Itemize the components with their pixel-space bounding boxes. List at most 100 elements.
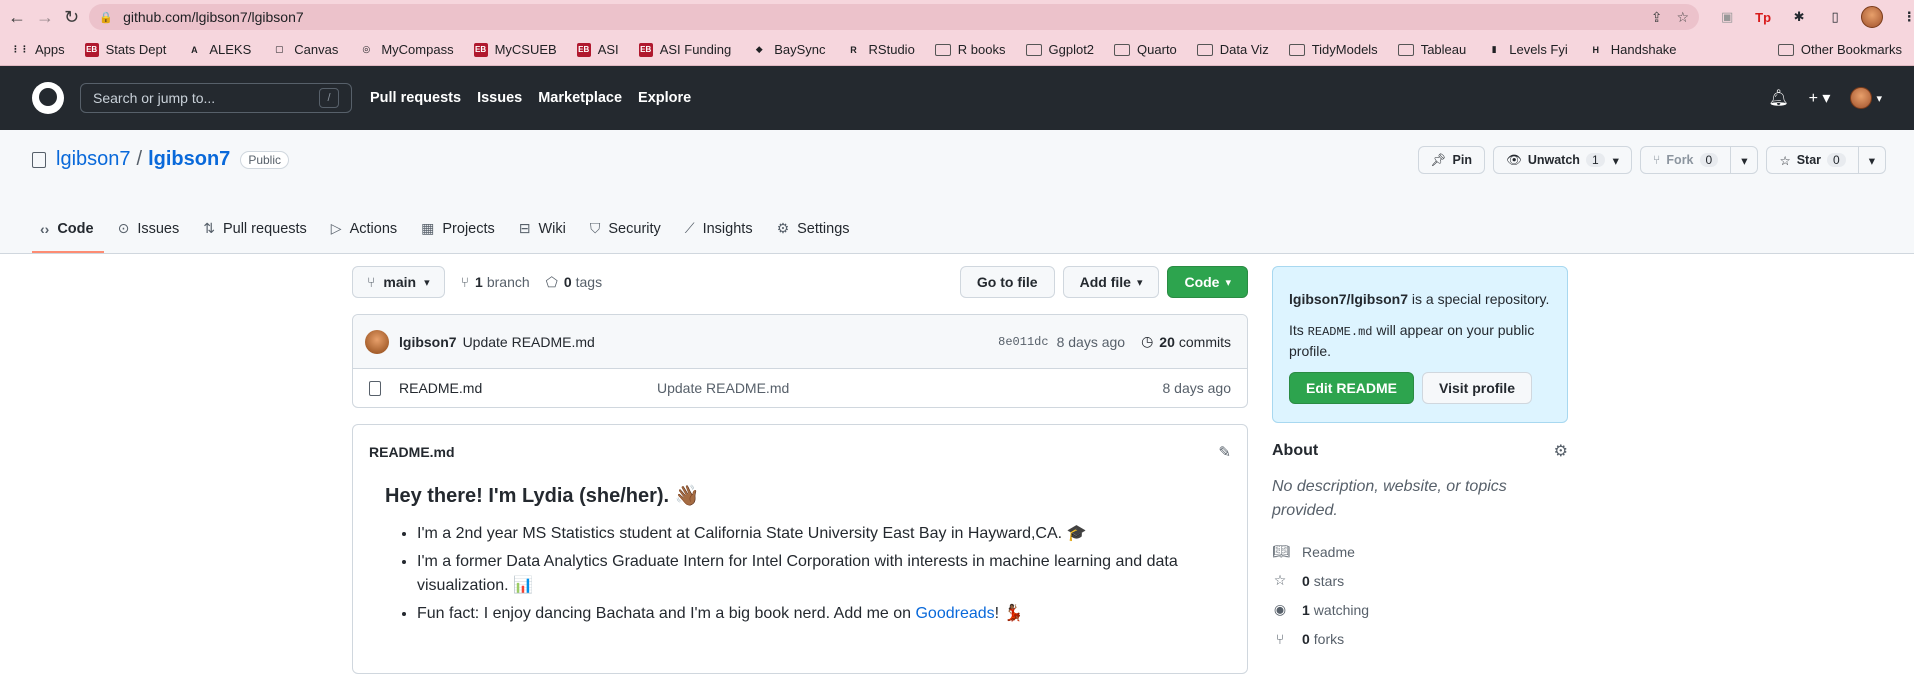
- bookmark-mycompass[interactable]: ◎ MyCompass: [358, 42, 453, 57]
- readme-heading: Hey there! I'm Lydia (she/her). 👋🏾: [385, 485, 700, 507]
- readme-panel: README.md ✎ Hey there! I'm Lydia (she/he…: [352, 424, 1248, 674]
- tab-actions[interactable]: ▷ Actions: [323, 220, 407, 253]
- back-arrow-icon[interactable]: ←: [8, 3, 26, 31]
- bookmark-quarto[interactable]: Quarto: [1114, 42, 1177, 57]
- nav-explore[interactable]: Explore: [638, 90, 691, 106]
- bookmark-data-viz[interactable]: Data Viz: [1196, 42, 1269, 57]
- fork-button[interactable]: ⑂ Fork 0 ▾: [1639, 146, 1759, 174]
- commits-link[interactable]: ◷ 20 commits: [1141, 333, 1231, 350]
- unwatch-button[interactable]: 👁︎ Unwatch 1 ▾: [1492, 146, 1632, 174]
- branch-select[interactable]: ⑂ main ▾: [352, 266, 445, 298]
- url-text[interactable]: github.com/lgibson7/lgibson7: [123, 9, 304, 25]
- bookmark-label: Stats Dept: [105, 42, 167, 57]
- bookmark-other[interactable]: Other Bookmarks: [1777, 42, 1902, 57]
- repo-name-link[interactable]: lgibson7: [148, 148, 230, 171]
- tab-projects[interactable]: ▦ Projects: [413, 220, 505, 253]
- profile-avatar[interactable]: [1861, 6, 1884, 28]
- tag-icon: ⬠: [545, 273, 558, 290]
- more-menu-icon[interactable]: ⋮: [1899, 7, 1914, 27]
- commit-message[interactable]: Update README.md: [463, 334, 595, 350]
- repo-owner-link[interactable]: lgibson7: [56, 148, 131, 171]
- bookmark-label: Apps: [35, 42, 65, 57]
- author-avatar[interactable]: [365, 329, 389, 354]
- edit-readme-button[interactable]: Edit README: [1289, 372, 1414, 404]
- bookmark-canvas[interactable]: ▢ Canvas: [271, 42, 338, 57]
- watching-count: 1: [1302, 601, 1310, 618]
- bookmark-baysync[interactable]: ◆ BaySync: [751, 42, 826, 57]
- code-button[interactable]: Code ▾: [1167, 266, 1248, 298]
- bookmark-star-icon[interactable]: ☆: [1677, 9, 1690, 26]
- pencil-icon[interactable]: ✎: [1218, 443, 1231, 461]
- go-to-file-button[interactable]: Go to file: [959, 266, 1055, 298]
- readme-link[interactable]: 📖︎ Readme: [1272, 537, 1568, 566]
- nav-marketplace[interactable]: Marketplace: [538, 90, 622, 106]
- stars-label: stars: [1313, 572, 1345, 589]
- sidebar-toggle-icon[interactable]: ▯: [1825, 7, 1845, 27]
- about-stats: 📖︎ Readme ☆ 0 stars ◉ 1 watching ⑂ 0 forks: [1272, 537, 1568, 653]
- star-button[interactable]: ☆ Star 0 ▾: [1766, 146, 1886, 174]
- nav-pull-requests[interactable]: Pull requests: [370, 90, 461, 106]
- pin-button[interactable]: 📌︎ Pin: [1417, 146, 1485, 174]
- bell-icon[interactable]: 🔔︎: [1768, 88, 1788, 108]
- special-repo-notice: lgibson7/lgibson7 is a special repositor…: [1272, 266, 1568, 423]
- fun-fact-suffix: ! 💃🏾: [994, 605, 1024, 622]
- visit-profile-button[interactable]: Visit profile: [1422, 372, 1532, 404]
- watch-counter: 1: [1585, 153, 1605, 167]
- bookmark-tableau[interactable]: Tableau: [1397, 42, 1466, 57]
- branches-link[interactable]: ⑂ 1 branch: [461, 274, 530, 290]
- fork-dropdown[interactable]: ▾: [1730, 147, 1757, 173]
- goodreads-link[interactable]: Goodreads: [915, 605, 994, 622]
- tab-security[interactable]: ⛉ Security: [582, 220, 671, 253]
- forks-link[interactable]: ⑂ 0 forks: [1272, 624, 1568, 653]
- extension-grey-icon[interactable]: ▣: [1717, 7, 1737, 27]
- tags-link[interactable]: ⬠ 0 tags: [546, 274, 602, 291]
- bookmark-stats-dept[interactable]: EB Stats Dept: [84, 42, 167, 57]
- bookmark-r-books[interactable]: R books: [934, 42, 1006, 57]
- file-name[interactable]: README.md: [399, 380, 657, 396]
- file-row[interactable]: README.md Update README.md 8 days ago: [353, 369, 1247, 407]
- extension-tp-icon[interactable]: Tp: [1753, 7, 1773, 27]
- bookmark-rstudio[interactable]: R RStudio: [846, 42, 915, 57]
- readme-body: Hey there! I'm Lydia (she/her). 👋🏾 I'm a…: [353, 479, 1247, 626]
- gear-icon[interactable]: ⚙: [1554, 441, 1568, 461]
- commit-sha[interactable]: 8e011dc: [998, 335, 1048, 349]
- bookmark-ggplot2[interactable]: Ggplot2: [1025, 42, 1094, 57]
- tab-code[interactable]: ‹› Code: [32, 220, 104, 253]
- search-input[interactable]: Search or jump to... /: [80, 83, 352, 113]
- tab-insights[interactable]: ⟋ Insights: [677, 220, 763, 253]
- its-text: Its: [1289, 322, 1308, 338]
- add-file-button[interactable]: Add file ▾: [1062, 266, 1160, 298]
- reload-icon[interactable]: ↻: [64, 3, 79, 31]
- tab-wiki[interactable]: ⊟ Wiki: [511, 220, 576, 253]
- user-menu[interactable]: ▾: [1850, 87, 1882, 109]
- bookmark-aleks[interactable]: A ALEKS: [186, 42, 251, 57]
- tab-pull-requests[interactable]: ⇅ Pull requests: [195, 220, 317, 253]
- forward-arrow-icon[interactable]: →: [36, 3, 54, 31]
- address-bar[interactable]: 🔒 github.com/lgibson7/lgibson7 ⇪ ☆: [89, 4, 1700, 30]
- star-dropdown[interactable]: ▾: [1857, 147, 1885, 173]
- bookmark-asi-funding[interactable]: EB ASI Funding: [638, 42, 731, 57]
- folder-icon: [1397, 43, 1414, 56]
- plus-dropdown-icon[interactable]: + ▾: [1809, 88, 1831, 108]
- watching-link[interactable]: ◉ 1 watching: [1272, 595, 1568, 624]
- bookmark-apps[interactable]: ⋮⋮ Apps: [11, 42, 65, 57]
- github-logo-icon[interactable]: [32, 82, 64, 114]
- bookmark-tidymodels[interactable]: TidyModels: [1288, 42, 1378, 57]
- commit-author[interactable]: lgibson7: [399, 334, 457, 350]
- bookmark-levels-fyi[interactable]: ▮ Levels Fyi: [1486, 42, 1568, 57]
- tab-issues[interactable]: ⊙ Issues: [110, 220, 190, 253]
- file-commit-message[interactable]: Update README.md: [657, 380, 789, 396]
- stars-link[interactable]: ☆ 0 stars: [1272, 566, 1568, 595]
- share-icon[interactable]: ⇪: [1651, 9, 1663, 26]
- tab-label: Projects: [442, 220, 495, 237]
- bookmark-label: R books: [957, 42, 1006, 57]
- tab-settings[interactable]: ⚙ Settings: [769, 220, 860, 253]
- readme-title: README.md: [369, 444, 455, 460]
- bookmark-mycsueb[interactable]: EB MyCSUEB: [473, 42, 557, 57]
- nav-issues[interactable]: Issues: [477, 90, 522, 106]
- readme-header: README.md ✎: [353, 425, 1247, 479]
- folder-icon: [1777, 43, 1794, 56]
- puzzle-extensions-icon[interactable]: ✱: [1789, 7, 1809, 27]
- bookmark-asi[interactable]: EB ASI: [576, 42, 619, 57]
- bookmark-handshake[interactable]: H Handshake: [1588, 42, 1677, 57]
